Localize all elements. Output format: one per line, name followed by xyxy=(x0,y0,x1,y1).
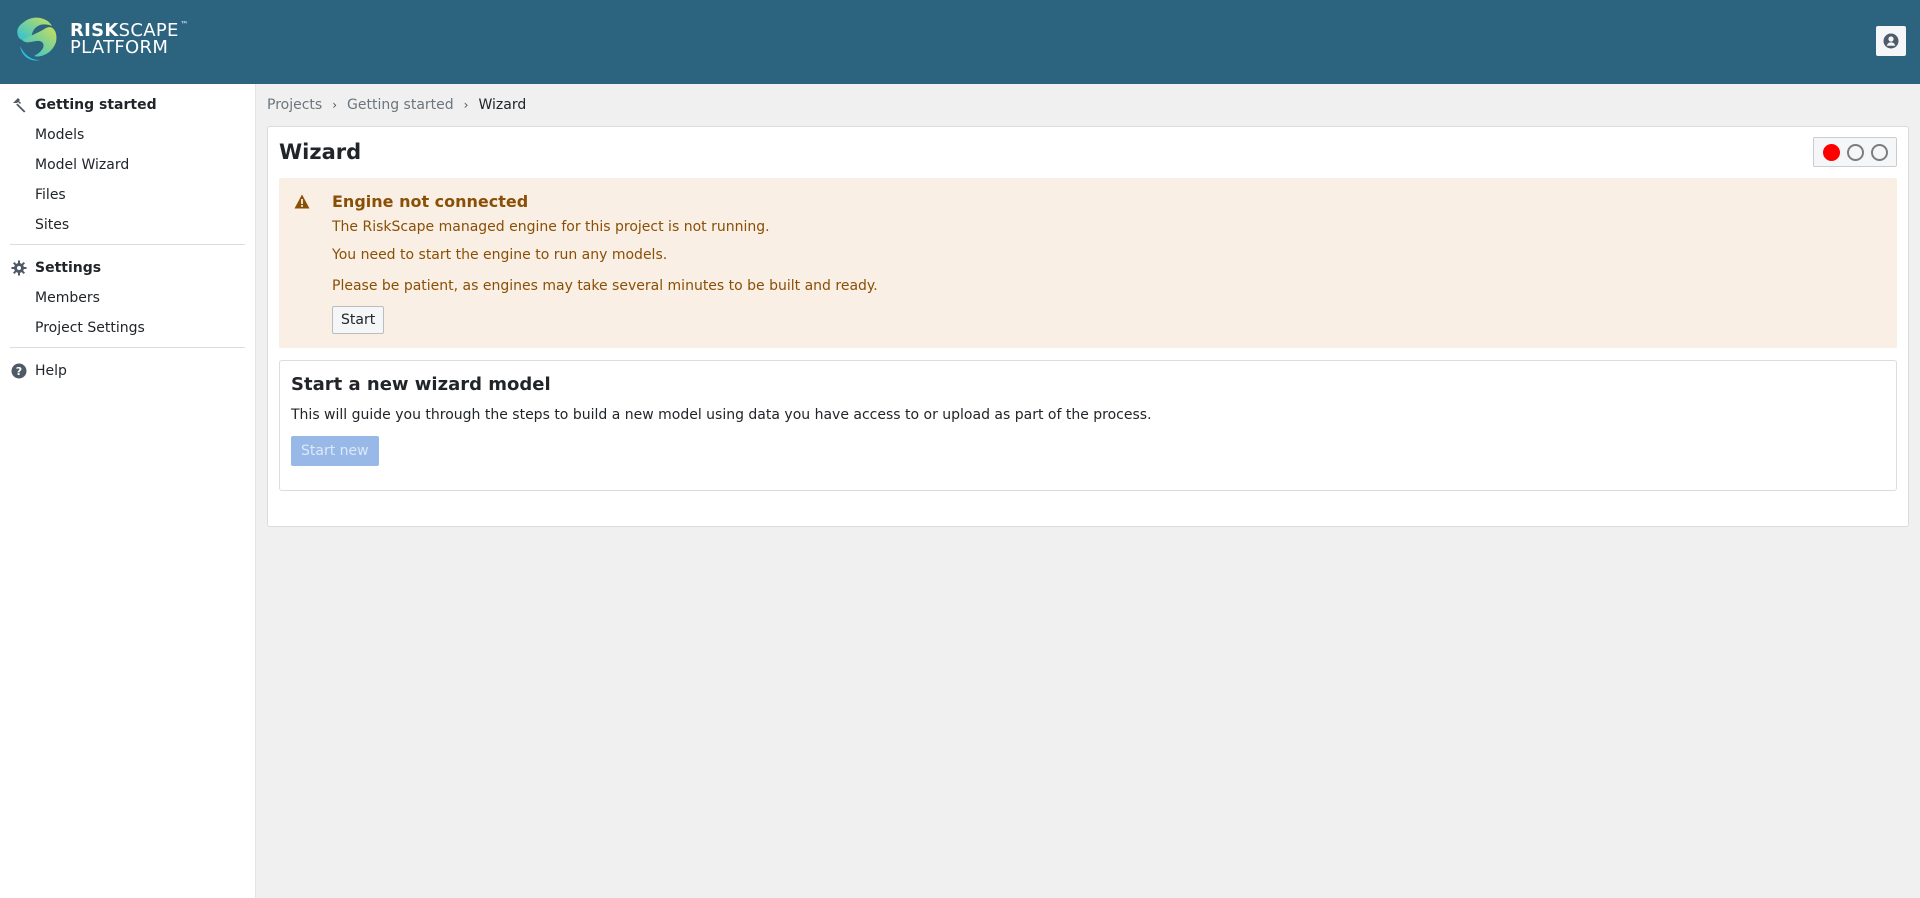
app-header: RISKSCAPE PLATFORM ™ xyxy=(0,0,1920,84)
riskscape-logo[interactable]: RISKSCAPE PLATFORM ™ xyxy=(12,14,188,64)
sidebar-item-models[interactable]: Models xyxy=(0,120,255,150)
alert-line: You need to start the engine to run any … xyxy=(332,247,668,263)
engine-alert: Engine not connected The RiskScape manag… xyxy=(279,178,1897,348)
main-content: Projects › Getting started › Wizard Wiza… xyxy=(256,84,1920,898)
start-new-button[interactable]: Start new xyxy=(291,436,379,466)
sidebar-section-label: Help xyxy=(35,363,67,379)
sidebar-section-getting-started[interactable]: Getting started xyxy=(0,90,255,120)
question-circle-icon: ? xyxy=(10,362,28,380)
sidebar-divider xyxy=(10,244,245,245)
breadcrumb: Projects › Getting started › Wizard xyxy=(267,84,1909,126)
breadcrumb-getting-started[interactable]: Getting started xyxy=(347,97,454,113)
new-wizard-model-panel: Start a new wizard model This will guide… xyxy=(279,360,1897,491)
start-engine-button[interactable]: Start xyxy=(332,306,385,334)
alert-line: The RiskScape managed engine for this pr… xyxy=(332,219,770,235)
new-model-description: This will guide you through the steps to… xyxy=(291,407,1152,423)
status-dot xyxy=(1846,143,1864,161)
breadcrumb-projects[interactable]: Projects xyxy=(267,97,322,113)
sidebar-section-label: Settings xyxy=(35,260,102,276)
breadcrumb-separator-icon: › xyxy=(463,98,469,112)
status-dot-active xyxy=(1822,143,1840,161)
new-model-title: Start a new wizard model xyxy=(291,374,551,395)
sidebar-item-sites[interactable]: Sites xyxy=(0,210,255,240)
user-menu-button[interactable] xyxy=(1876,26,1906,56)
sidebar-item-files[interactable]: Files xyxy=(0,180,255,210)
sidebar-divider xyxy=(10,347,245,348)
svg-text:?: ? xyxy=(16,365,22,378)
status-dot xyxy=(1870,143,1888,161)
gear-icon xyxy=(10,259,28,277)
breadcrumb-current: Wizard xyxy=(478,97,527,113)
sidebar-item-model-wizard[interactable]: Model Wizard xyxy=(0,150,255,180)
sidebar-item-help[interactable]: ? Help xyxy=(0,356,255,386)
engine-status-indicator xyxy=(1813,137,1897,167)
alert-body: The RiskScape managed engine for this pr… xyxy=(294,219,1882,334)
alert-title: Engine not connected xyxy=(294,192,1882,211)
page-title: Wizard xyxy=(279,140,362,164)
sidebar-section-settings[interactable]: Settings xyxy=(0,253,255,283)
alert-title-text: Engine not connected xyxy=(332,192,529,211)
warning-icon xyxy=(294,194,314,209)
trademark: ™ xyxy=(180,20,189,29)
hammer-icon xyxy=(10,96,28,114)
logo-mark-icon xyxy=(17,17,57,61)
logo-text: RISKSCAPE PLATFORM ™ xyxy=(70,20,188,58)
sidebar-item-project-settings[interactable]: Project Settings xyxy=(0,313,255,343)
breadcrumb-separator-icon: › xyxy=(332,98,338,112)
user-circle-icon xyxy=(1883,33,1899,49)
sidebar-nav: Getting started Models Model Wizard File… xyxy=(0,84,256,898)
sidebar-item-members[interactable]: Members xyxy=(0,283,255,313)
logo-text-platform: PLATFORM xyxy=(70,37,169,58)
wizard-card: Wizard Engine not connected The RiskScap… xyxy=(267,126,1909,527)
sidebar-section-label: Getting started xyxy=(35,97,157,113)
alert-line: Please be patient, as engines may take s… xyxy=(332,278,878,294)
